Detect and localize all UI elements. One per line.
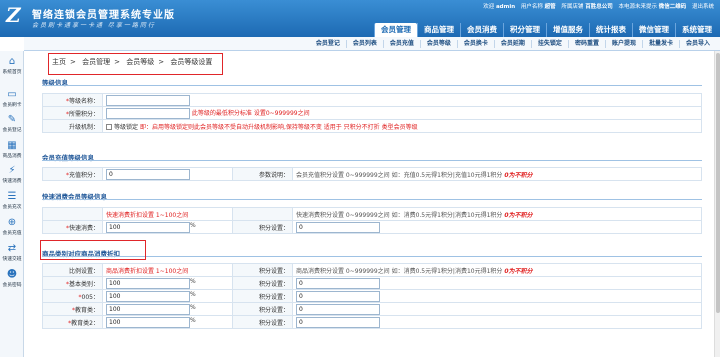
sidebar-item-register[interactable]: ✎ 会员登记: [0, 114, 24, 133]
sidebar-item-home[interactable]: ⌂ 系统首页: [0, 56, 24, 75]
goods-icon: ▦: [7, 140, 17, 151]
goods-discount-hint: 商品消费折扣设置 1~100之间: [102, 263, 233, 277]
card-icon: ▭: [7, 89, 17, 100]
subnav-batch-card[interactable]: 批量发卡: [641, 39, 679, 48]
quick-consume-table: 快速消费折扣设置 1~100之间 快速消费积分设置 0~999999之间 如：消…: [42, 207, 702, 234]
level-name-input[interactable]: [106, 94, 190, 106]
goods-section-highlight: [40, 240, 146, 260]
home-icon: ⌂: [8, 56, 16, 67]
required-points-input[interactable]: [106, 107, 190, 119]
sidebar-item-goods-consume[interactable]: ▦ 商品消费: [0, 140, 24, 159]
table-row: *教育类： 100% 积分设置： 0: [42, 302, 702, 316]
welcome-text: 欢迎: [483, 4, 495, 10]
goods-points-text: 商品消费积分设置 0~999999之间 如：消费0.5元得1积分|消费10元得1…: [296, 267, 503, 275]
app-header: Z 智络连锁会员管理系统专业版 会员刷卡通享一卡通 尽享一路同行 欢迎 admi…: [0, 0, 720, 37]
goods-points-input[interactable]: 0: [296, 303, 380, 315]
quick-discount-input[interactable]: 100: [106, 221, 190, 233]
goods-points-input[interactable]: 0: [296, 316, 380, 328]
wechat-qr-link[interactable]: 微信二维码: [659, 4, 687, 10]
shop-value: 百胜总公司: [585, 4, 613, 10]
tab-member-consumption[interactable]: 会员消费: [460, 23, 503, 37]
goods-discount-input[interactable]: 100: [106, 290, 190, 302]
current-user: admin: [495, 4, 516, 10]
subnav-password-reset[interactable]: 密码重置: [567, 39, 605, 48]
sidebar-item-times-recharge[interactable]: ☰ 会员充次: [0, 191, 24, 210]
tab-value-added[interactable]: 增值服务: [546, 23, 589, 37]
recharge-points-input[interactable]: 0: [106, 168, 190, 180]
breadcrumb-highlight: [48, 53, 223, 75]
plus-circle-icon: ⊕: [7, 217, 17, 228]
tab-points-management[interactable]: 积分管理: [503, 23, 546, 37]
level-info-table: *等级名称： *所需积分： 此等级的最低积分标准 设置0~999999之间 升级…: [42, 93, 702, 133]
subnav-member-import[interactable]: 会员导入: [678, 39, 716, 48]
goods-discount-input[interactable]: 100: [106, 316, 190, 328]
logo-mark: Z: [6, 3, 21, 27]
quick-points-text: 快速消费积分设置 0~999999之间 如：消费0.5元得1积分|消费10元得1…: [296, 211, 503, 219]
edit-icon: ✎: [7, 114, 17, 125]
quick-discount-hint: 快速消费折扣设置 1~100之间: [102, 207, 233, 221]
tab-wechat[interactable]: 微信管理: [632, 23, 675, 37]
recharge-table: *充值积分： 0 参数说明： 会员充值积分设置 0~999999之间 如：充值0…: [42, 167, 702, 181]
shop-label: 所属店铺: [561, 4, 584, 10]
table-row: *教育类2： 100% 积分设置： 0: [42, 315, 702, 329]
sidebar-item-shift[interactable]: ⇄ 快速交班: [0, 243, 24, 262]
user-icon: ☻: [6, 269, 18, 280]
goods-discount-input[interactable]: 100: [106, 277, 190, 289]
left-sidebar: ⌂ 系统首页 ▭ 会员刷卡 ✎ 会员登记 ▦ 商品消费 ⚡ 快速消费 ☰ 会员充…: [0, 37, 24, 357]
goods-points-input[interactable]: 0: [296, 290, 380, 302]
scrollbar-thumb[interactable]: [716, 53, 720, 313]
app-slogan: 会员刷卡通享一卡通 尽享一路同行: [32, 22, 156, 29]
tab-system[interactable]: 系统管理: [675, 23, 718, 37]
usertype-label: 用户名称: [520, 4, 543, 10]
subnav-card-change[interactable]: 会员换卡: [456, 39, 494, 48]
swap-icon: ⇄: [7, 243, 17, 254]
level-lock-label: 等级锁定: [114, 123, 139, 131]
message-link[interactable]: 本电源未来提示: [618, 4, 657, 10]
subnav-member-extend[interactable]: 会员延期: [493, 39, 531, 48]
subnav-withdraw[interactable]: 账户提现: [604, 39, 642, 48]
app-title: 智络连锁会员管理系统专业版: [32, 10, 175, 21]
vertical-scrollbar[interactable]: [714, 51, 720, 357]
subnav-member-recharge[interactable]: 会员充值: [382, 39, 420, 48]
table-row: *005： 100% 积分设置： 0: [42, 289, 702, 303]
points-hint: 此等级的最低积分标准 设置0~999999之间: [191, 109, 310, 117]
subnav-loss-lock[interactable]: 挂失锁定: [530, 39, 568, 48]
upgrade-hint: 即：启用等级锁定则此会员等级不受自动升级机制影响,保持等级不变 适用于 只积分不…: [139, 123, 418, 131]
subnav-member-level[interactable]: 会员等级: [419, 39, 457, 48]
table-row: *基本类别： 100% 积分设置： 0: [42, 276, 702, 290]
level-lock-checkbox[interactable]: [106, 124, 112, 130]
sidebar-item-card-swipe[interactable]: ▭ 会员刷卡: [0, 89, 24, 108]
quick-points-input[interactable]: 0: [296, 221, 380, 233]
recharge-param-text: 会员充值积分设置 0~999999之间 如：充值0.5元得1积分|充值10元得1…: [296, 171, 503, 179]
main-nav: 会员管理 商品管理 会员消费 积分管理 增值服务 统计报表 微信管理 系统管理: [374, 23, 718, 37]
goods-discount-input[interactable]: 100: [106, 303, 190, 315]
usertype-value: 超管: [544, 4, 556, 10]
tab-member-management[interactable]: 会员管理: [374, 23, 417, 37]
sidebar-item-quick-consume[interactable]: ⚡ 快速消费: [0, 165, 24, 184]
sidebar-item-recharge[interactable]: ⊕ 会员充值: [0, 217, 24, 236]
subnav-member-list[interactable]: 会员列表: [345, 39, 383, 48]
subnav-member-register[interactable]: 会员登记: [310, 40, 346, 48]
logout-link[interactable]: 退出系统: [692, 4, 714, 10]
goods-discount-table: 比例设置： 商品消费折扣设置 1~100之间 积分设置： 商品消费积分设置 0~…: [42, 263, 702, 329]
tab-reports[interactable]: 统计报表: [589, 23, 632, 37]
top-user-info: 欢迎 admin 用户名称 超管 所属店铺 百胜总公司 本电源未来提示 微信二维…: [479, 2, 714, 10]
list-icon: ☰: [7, 191, 17, 202]
sidebar-item-password[interactable]: ☻ 会员密码: [0, 269, 24, 288]
main-content: 主页 > 会员管理 > 会员等级 > 会员等级设置 等级信息 *等级名称： *所需积分…: [28, 52, 714, 357]
tab-goods-management[interactable]: 商品管理: [417, 23, 460, 37]
sub-nav: 会员登记 会员列表 会员充值 会员等级 会员换卡 会员延期 挂失锁定 密码重置 …: [24, 37, 720, 51]
goods-points-input[interactable]: 0: [296, 277, 380, 289]
lightning-icon: ⚡: [8, 165, 16, 176]
